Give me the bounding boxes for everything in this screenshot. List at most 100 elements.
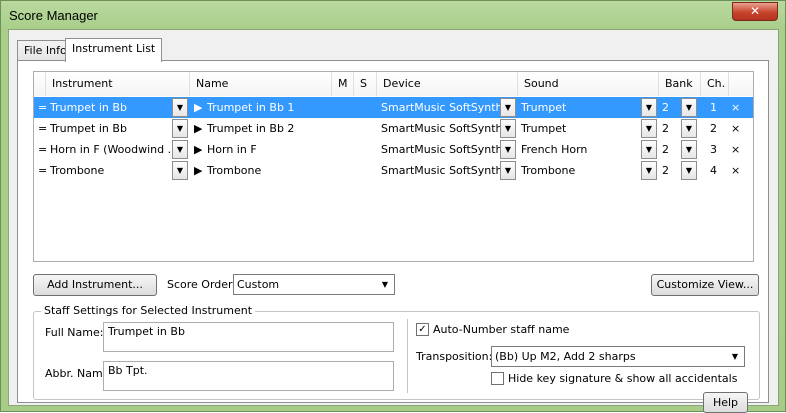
table-row[interactable]: = Trumpet in Bb ▼ ▶ Trumpet in Bb 1 Smar… (34, 97, 753, 118)
instrument-dropdown[interactable]: ▼ (172, 119, 188, 138)
remove-icon[interactable]: × (731, 97, 740, 118)
name-cell[interactable]: Horn in F (207, 139, 327, 160)
grid-header-name[interactable]: Name (190, 72, 332, 96)
transposition-label: Transposition: (416, 350, 493, 363)
play-icon[interactable]: ▶ (194, 97, 202, 118)
customize-view-button[interactable]: Customize View... (651, 274, 759, 296)
instrument-cell[interactable]: Trumpet in Bb (50, 97, 170, 118)
hide-key-signature-label[interactable]: Hide key signature & show all accidental… (508, 372, 737, 385)
device-dropdown[interactable]: ▼ (500, 98, 516, 117)
close-button[interactable]: ✕ (732, 2, 778, 21)
name-cell[interactable]: Trumpet in Bb 2 (207, 118, 327, 139)
channel-cell[interactable]: 2 (710, 118, 717, 139)
transposition-select[interactable]: (Bb) Up M2, Add 2 sharps ▼ (491, 346, 745, 367)
tab-label: File Info (24, 44, 67, 57)
device-cell[interactable]: SmartMusic SoftSynth (381, 97, 501, 118)
remove-icon[interactable]: × (731, 118, 740, 139)
score-manager-window: Score Manager ✕ File Info Instrument Lis… (0, 0, 786, 413)
device-dropdown[interactable]: ▼ (500, 161, 516, 180)
chevron-down-icon: ▼ (176, 124, 184, 133)
sound-dropdown[interactable]: ▼ (641, 161, 657, 180)
sound-dropdown[interactable]: ▼ (641, 98, 657, 117)
table-row[interactable]: = Trumpet in Bb ▼ ▶ Trumpet in Bb 2 Smar… (34, 118, 753, 139)
bank-cell[interactable]: 2 (662, 139, 669, 160)
device-cell[interactable]: SmartMusic SoftSynth (381, 139, 501, 160)
bank-cell[interactable]: 2 (662, 160, 669, 181)
chevron-down-icon: ▼ (381, 280, 389, 289)
table-row[interactable]: = Trombone ▼ ▶ Trombone SmartMusic SoftS… (34, 160, 753, 181)
bank-cell[interactable]: 2 (662, 118, 669, 139)
drag-handle-icon[interactable]: = (38, 118, 47, 139)
sound-cell[interactable]: Trumpet (521, 97, 631, 118)
device-dropdown[interactable]: ▼ (500, 119, 516, 138)
name-cell[interactable]: Trombone (207, 160, 327, 181)
bank-dropdown[interactable]: ▼ (681, 161, 697, 180)
sound-dropdown[interactable]: ▼ (641, 119, 657, 138)
channel-cell[interactable]: 1 (710, 97, 717, 118)
tab-instrument-list[interactable]: Instrument List (65, 38, 163, 62)
chevron-down-icon: ▼ (645, 166, 653, 175)
score-order-select[interactable]: Custom ▼ (233, 274, 395, 295)
play-icon[interactable]: ▶ (194, 118, 202, 139)
instrument-dropdown[interactable]: ▼ (172, 140, 188, 159)
close-icon: ✕ (749, 4, 761, 18)
grid-header-instrument[interactable]: Instrument (46, 72, 190, 96)
chevron-down-icon: ▼ (685, 124, 693, 133)
dialog-client: File Info Instrument List Instrument Nam… (8, 29, 779, 413)
instrument-cell[interactable]: Trombone (50, 160, 170, 181)
grid-header-channel[interactable]: Ch. (701, 72, 729, 96)
name-cell[interactable]: Trumpet in Bb 1 (207, 97, 327, 118)
play-icon[interactable]: ▶ (194, 139, 202, 160)
check-icon: ✓ (418, 324, 427, 335)
chevron-down-icon: ▼ (176, 103, 184, 112)
sound-cell[interactable]: Trombone (521, 160, 631, 181)
auto-number-checkbox[interactable]: ✓ (416, 323, 429, 336)
bank-cell[interactable]: 2 (662, 97, 669, 118)
chevron-down-icon: ▼ (685, 145, 693, 154)
chevron-down-icon: ▼ (504, 124, 512, 133)
chevron-down-icon: ▼ (176, 145, 184, 154)
grid-header-solo[interactable]: S (354, 72, 377, 96)
play-icon[interactable]: ▶ (194, 160, 202, 181)
remove-icon[interactable]: × (731, 160, 740, 181)
bank-dropdown[interactable]: ▼ (681, 119, 697, 138)
add-instrument-button[interactable]: Add Instrument... (33, 274, 157, 296)
channel-cell[interactable]: 4 (710, 160, 717, 181)
instrument-dropdown[interactable]: ▼ (172, 98, 188, 117)
chevron-down-icon: ▼ (645, 103, 653, 112)
sound-cell[interactable]: French Horn (521, 139, 631, 160)
table-row[interactable]: = Horn in F (Woodwind ... ▼ ▶ Horn in F … (34, 139, 753, 160)
remove-icon[interactable]: × (731, 139, 740, 160)
transposition-value: (Bb) Up M2, Add 2 sharps (495, 350, 636, 363)
full-name-field[interactable]: Trumpet in Bb (103, 322, 394, 352)
help-button[interactable]: Help (703, 392, 748, 413)
instrument-cell[interactable]: Horn in F (Woodwind ... (50, 139, 170, 160)
grid-header-mute[interactable]: M (332, 72, 354, 96)
instrument-list-panel: Instrument Name M S Device Sound Bank Ch… (17, 60, 769, 413)
sound-cell[interactable]: Trumpet (521, 118, 631, 139)
grid-header-device[interactable]: Device (377, 72, 518, 96)
device-cell[interactable]: SmartMusic SoftSynth (381, 160, 501, 181)
instrument-grid[interactable]: Instrument Name M S Device Sound Bank Ch… (33, 71, 754, 262)
hide-key-signature-checkbox[interactable] (491, 372, 504, 385)
grid-header-sound[interactable]: Sound (518, 72, 659, 96)
instrument-dropdown[interactable]: ▼ (172, 161, 188, 180)
chevron-down-icon: ▼ (176, 166, 184, 175)
drag-handle-icon[interactable]: = (38, 160, 47, 181)
bank-dropdown[interactable]: ▼ (681, 98, 697, 117)
instrument-cell[interactable]: Trumpet in Bb (50, 118, 170, 139)
full-name-label: Full Name: (45, 326, 104, 339)
bank-dropdown[interactable]: ▼ (681, 140, 697, 159)
abbr-name-field[interactable]: Bb Tpt. (103, 361, 394, 391)
tab-label: Instrument List (72, 42, 156, 55)
drag-handle-icon[interactable]: = (38, 97, 47, 118)
device-cell[interactable]: SmartMusic SoftSynth (381, 118, 501, 139)
auto-number-label[interactable]: Auto-Number staff name (433, 323, 569, 336)
drag-handle-icon[interactable]: = (38, 139, 47, 160)
grid-header-bank[interactable]: Bank (659, 72, 701, 96)
staff-settings-legend: Staff Settings for Selected Instrument (41, 304, 256, 317)
sound-dropdown[interactable]: ▼ (641, 140, 657, 159)
device-dropdown[interactable]: ▼ (500, 140, 516, 159)
score-order-value: Custom (237, 278, 280, 291)
channel-cell[interactable]: 3 (710, 139, 717, 160)
